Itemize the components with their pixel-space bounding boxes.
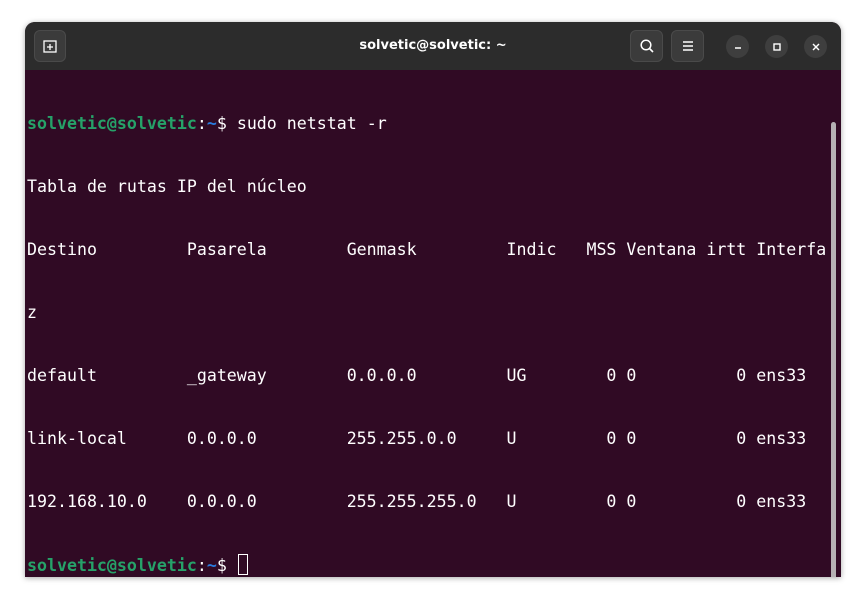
routing-table-columns: Destino Pasarela Genmask Indic MSS Venta… bbox=[27, 240, 827, 259]
routing-table-header: Tabla de rutas IP del núcleo bbox=[27, 177, 307, 196]
prompt-separator: : bbox=[196, 556, 207, 575]
prompt-path: ~ bbox=[206, 556, 217, 575]
maximize-icon bbox=[772, 42, 781, 51]
prompt-user: solvetic@solvetic bbox=[27, 556, 197, 575]
titlebar[interactable]: solvetic@solvetic: ~ bbox=[25, 22, 841, 70]
routing-table-row: default _gateway 0.0.0.0 UG 0 0 0 ens33 bbox=[27, 366, 807, 385]
prompt-path: ~ bbox=[206, 114, 217, 133]
terminal-lines: solvetic@solvetic:~$ sudo netstat -r Tab… bbox=[27, 71, 826, 577]
prompt-user: solvetic@solvetic bbox=[27, 114, 197, 133]
routing-table-row: 192.168.10.0 0.0.0.0 255.255.255.0 U 0 0… bbox=[27, 492, 807, 511]
routing-table-row: link-local 0.0.0.0 255.255.0.0 U 0 0 0 e… bbox=[27, 429, 807, 448]
minimize-button[interactable] bbox=[726, 35, 749, 58]
terminal-output[interactable]: solvetic@solvetic:~$ sudo netstat -r Tab… bbox=[25, 70, 841, 577]
maximize-button[interactable] bbox=[765, 35, 788, 58]
minimize-icon bbox=[734, 46, 741, 49]
current-prompt-line: solvetic@solvetic:~$ bbox=[27, 554, 826, 575]
text-cursor bbox=[237, 554, 248, 575]
scrollbar[interactable] bbox=[831, 122, 836, 577]
prompt-symbol: $ bbox=[216, 556, 237, 575]
hamburger-menu-icon bbox=[682, 41, 693, 51]
prompt-separator: : bbox=[196, 114, 207, 133]
menu-button[interactable] bbox=[671, 30, 704, 62]
window-title: solvetic@solvetic: ~ bbox=[359, 38, 507, 53]
new-tab-button[interactable] bbox=[34, 30, 66, 62]
new-tab-icon bbox=[43, 40, 57, 53]
close-button[interactable] bbox=[804, 35, 827, 58]
prompt-symbol: $ bbox=[216, 114, 237, 133]
search-button[interactable] bbox=[630, 30, 663, 62]
terminal-window: solvetic@solvetic: ~ solvetic@solvetic:~… bbox=[25, 22, 841, 577]
command-line: solvetic@solvetic:~$ sudo netstat -r bbox=[27, 113, 826, 134]
routing-table-columns-wrap: z bbox=[27, 303, 37, 322]
search-icon bbox=[639, 39, 654, 53]
command-text: sudo netstat -r bbox=[236, 114, 387, 133]
close-icon bbox=[812, 43, 819, 50]
